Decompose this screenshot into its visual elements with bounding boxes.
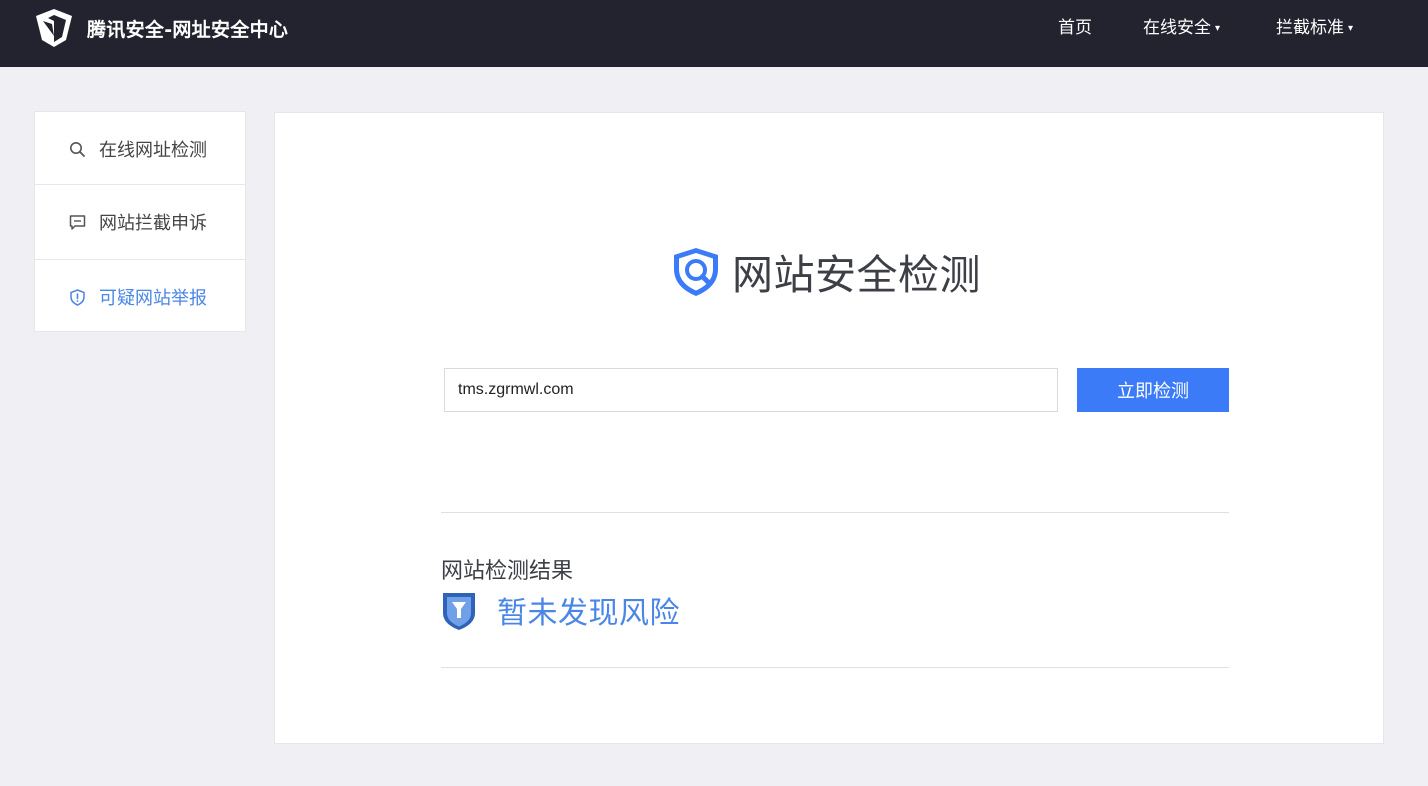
sidebar-item-label: 在线网址检测 [99,140,207,161]
result-title: 网站检测结果 [441,559,574,584]
result-status: 暂未发现风险 [441,589,680,631]
brand[interactable]: 腾讯安全-网址安全中心 [32,6,288,50]
sidebar-item-appeal[interactable]: 网站拦截申诉 [35,185,245,258]
sidebar-item-label: 可疑网站举报 [99,288,207,309]
result-status-text: 暂未发现风险 [497,596,680,631]
nav-block-standards-label: 拦截标准 [1276,18,1344,38]
main-panel: 网站安全检测 立即检测 网站检测结果 暂未发现风险 [274,112,1384,744]
sidebar: 在线网址检测 网站拦截申诉 可疑网站举报 [34,111,246,332]
sidebar-item-report[interactable]: 可疑网站举报 [35,259,245,332]
divider [441,667,1229,668]
sidebar-item-url-check[interactable]: 在线网址检测 [35,112,245,185]
tencent-security-logo-icon [36,9,72,47]
url-input[interactable] [444,368,1058,412]
top-navbar: 腾讯安全-网址安全中心 首页 在线安全 ▾ 拦截标准 ▾ [0,0,1428,67]
caret-down-icon: ▾ [1348,23,1354,34]
divider [441,512,1229,513]
nav-online-security[interactable]: 在线安全 ▾ [1143,17,1220,40]
check-now-button[interactable]: 立即检测 [1077,368,1229,412]
safe-shield-icon [443,593,475,630]
nav-online-security-label: 在线安全 [1143,18,1211,38]
page-title: 网站安全检测 [732,251,981,299]
shield-alert-icon [70,289,85,306]
comment-icon [69,215,86,230]
nav-home-label: 首页 [1058,18,1092,38]
search-icon [70,142,85,157]
hero-heading: 网站安全检测 [668,243,981,299]
site-title: 腾讯安全-网址安全中心 [87,18,289,41]
sidebar-item-label: 网站拦截申诉 [99,213,207,234]
nav-block-standards[interactable]: 拦截标准 ▾ [1276,17,1353,40]
shield-search-icon [674,248,718,296]
caret-down-icon: ▾ [1215,23,1221,34]
nav-home[interactable]: 首页 [1058,17,1092,39]
